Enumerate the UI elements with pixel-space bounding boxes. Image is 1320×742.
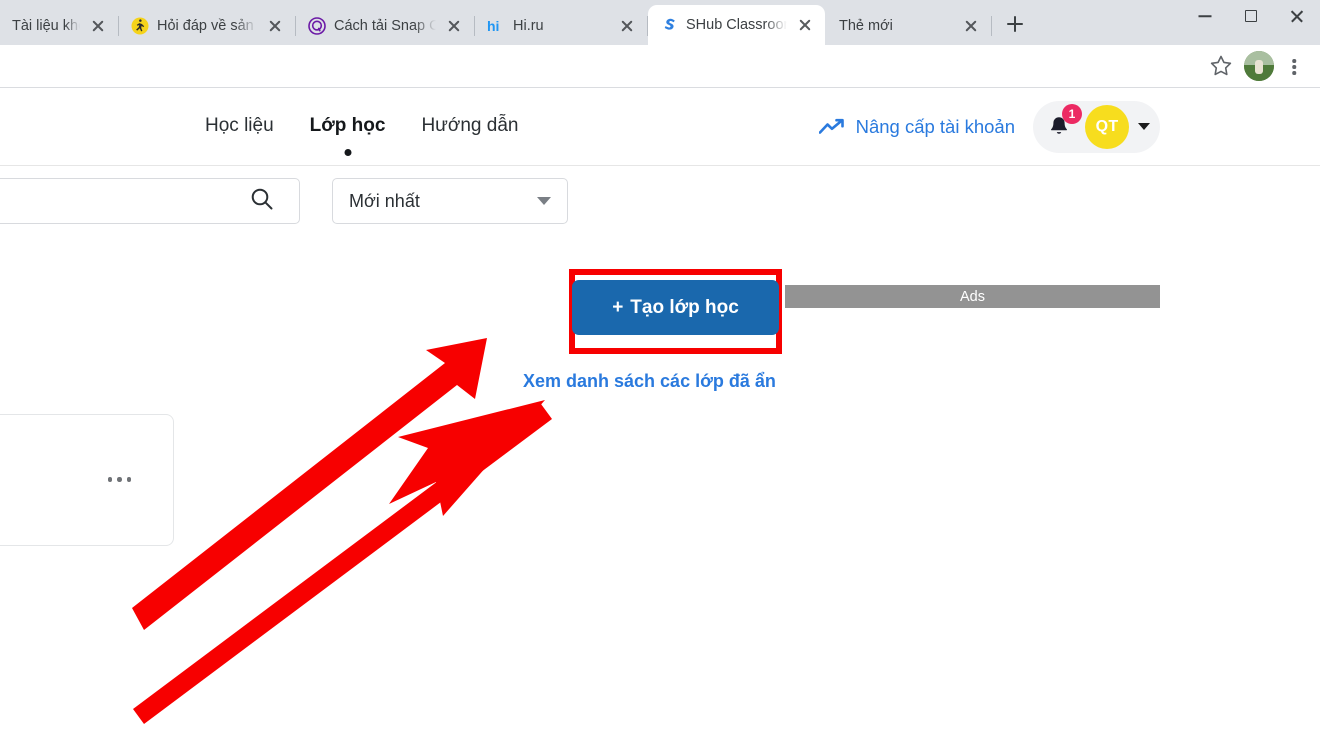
ads-banner: Ads [785, 285, 1160, 308]
browser-tab-3[interactable]: hi Hi.ru [475, 7, 647, 45]
tab-title: Hỏi đáp về sản [157, 18, 254, 34]
nav-item-huong-dan[interactable]: Hướng dẫn [421, 115, 518, 139]
nav-item-lop-hoc[interactable]: Lớp học [309, 114, 386, 156]
notifications-button[interactable]: 1 [1037, 103, 1082, 149]
close-icon[interactable] [961, 16, 981, 36]
tab-title: SHub Classroom [686, 17, 787, 33]
avatar-initials: QT [1095, 117, 1119, 135]
more-options-icon[interactable] [107, 477, 131, 482]
tab-title: Thẻ mới [839, 18, 893, 34]
sort-select[interactable]: Mới nhất [332, 178, 568, 224]
site-header: Học liệu Lớp học Hướng dẫn Nâng cấp tài … [0, 88, 1320, 166]
create-class-button[interactable]: + Tạo lớp học [572, 280, 779, 335]
close-icon[interactable] [265, 16, 285, 36]
hi-ru-icon: hi [487, 17, 505, 35]
nav-label: Lớp học [309, 114, 386, 136]
nav-label: Hướng dẫn [421, 114, 519, 136]
classroom-controls-row: Mới nhất [0, 166, 1320, 226]
tab-title: Tài liệu không c [12, 18, 80, 34]
minimize-button[interactable] [1182, 0, 1228, 32]
tab-title: Cách tải Snap C [334, 18, 436, 34]
notification-badge: 1 [1062, 103, 1082, 124]
browser-tab-5[interactable]: Thẻ mới [825, 7, 991, 45]
browser-toolbar [0, 45, 1320, 88]
link-label: Xem danh sách các lớp đã ẩn [523, 371, 776, 391]
kebab-menu-icon[interactable] [1280, 49, 1308, 83]
upgrade-account-link[interactable]: Nâng cấp tài khoản [818, 115, 1015, 138]
minimize-icon [1198, 15, 1212, 17]
user-menu-box: 1 QT [1033, 100, 1160, 153]
maximize-button[interactable] [1228, 0, 1274, 32]
yellow-runner-icon [131, 17, 149, 35]
svg-text:hi: hi [487, 18, 499, 34]
trending-up-icon [818, 118, 845, 136]
view-hidden-classes-link[interactable]: Xem danh sách các lớp đã ẩn [523, 371, 776, 392]
chevron-down-icon[interactable] [1138, 123, 1150, 130]
main-navigation: Học liệu Lớp học Hướng dẫn [205, 114, 518, 156]
maximize-icon [1245, 10, 1257, 22]
active-indicator-dot [344, 148, 352, 156]
browser-window: Tài liệu không c Hỏi đáp về sản Cách tải… [0, 0, 1320, 742]
bookmark-star-icon[interactable] [1204, 49, 1238, 83]
ads-label: Ads [960, 288, 985, 305]
browser-tab-2[interactable]: Cách tải Snap C [296, 7, 474, 45]
sort-value: Mới nhất [349, 190, 420, 211]
search-box[interactable] [0, 178, 300, 224]
tabs-area: Tài liệu không c Hỏi đáp về sản Cách tải… [0, 0, 1032, 45]
window-controls [1182, 0, 1320, 45]
nav-item-hoc-lieu[interactable]: Học liệu [205, 115, 274, 139]
tab-strip: Tài liệu không c Hỏi đáp về sản Cách tải… [0, 0, 1320, 45]
nav-label: Học liệu [205, 114, 274, 136]
shub-s-icon [660, 16, 678, 34]
create-class-label: Tạo lớp học [630, 296, 739, 318]
user-avatar[interactable]: QT [1085, 104, 1129, 149]
purple-q-icon [308, 17, 326, 35]
browser-tab-0[interactable]: Tài liệu không c [0, 7, 118, 45]
tab-title: Hi.ru [513, 18, 544, 34]
close-icon [1290, 9, 1305, 24]
browser-tab-1[interactable]: Hỏi đáp về sản [119, 7, 295, 45]
class-card[interactable] [0, 414, 174, 546]
close-icon[interactable] [795, 15, 815, 35]
close-icon[interactable] [444, 16, 464, 36]
close-icon[interactable] [617, 16, 637, 36]
plus-icon: + [612, 296, 624, 318]
page-viewport: Học liệu Lớp học Hướng dẫn Nâng cấp tài … [0, 88, 1320, 742]
avatar-person [1255, 60, 1263, 74]
upgrade-label: Nâng cấp tài khoản [855, 115, 1015, 137]
close-icon[interactable] [88, 16, 108, 36]
new-tab-button[interactable] [998, 7, 1032, 41]
profile-avatar[interactable] [1244, 51, 1274, 81]
search-icon [249, 186, 275, 217]
header-right-section: Nâng cấp tài khoản 1 QT [818, 100, 1320, 153]
close-window-button[interactable] [1274, 0, 1320, 32]
chevron-down-icon [537, 197, 551, 205]
browser-tab-shub-classroom[interactable]: SHub Classroom [648, 5, 825, 45]
tab-divider [991, 16, 992, 36]
